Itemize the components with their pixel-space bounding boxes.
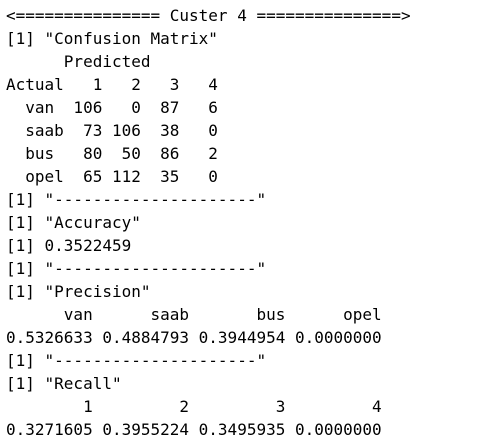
confusion-matrix-title-line: [1] "Confusion Matrix" (6, 29, 218, 48)
predicted-header-line: Predicted (6, 52, 151, 71)
accuracy-title-line: [1] "Accuracy" (6, 213, 141, 232)
matrix-row-saab: saab 73 106 38 0 (6, 121, 218, 140)
recall-values-line: 0.3271605 0.3955224 0.3495935 0.0000000 (6, 420, 382, 439)
accuracy-value-line: [1] 0.3522459 (6, 236, 132, 255)
separator-line: [1] "---------------------" (6, 190, 267, 209)
cluster-header-line: <=============== Custer 4 ==============… (6, 6, 411, 25)
precision-header-line: van saab bus opel (6, 305, 382, 324)
precision-values-line: 0.5326633 0.4884793 0.3944954 0.0000000 (6, 328, 382, 347)
recall-header-line: 1 2 3 4 (6, 397, 382, 416)
matrix-row-opel: opel 65 112 35 0 (6, 167, 218, 186)
matrix-row-bus: bus 80 50 86 2 (6, 144, 218, 163)
matrix-column-header-line: Actual 1 2 3 4 (6, 75, 218, 94)
matrix-row-van: van 106 0 87 6 (6, 98, 218, 117)
precision-title-line: [1] "Precision" (6, 282, 151, 301)
separator-line: [1] "---------------------" (6, 259, 267, 278)
recall-title-line: [1] "Recall" (6, 374, 122, 393)
separator-line: [1] "---------------------" (6, 351, 267, 370)
r-console-output: <=============== Custer 4 ==============… (6, 4, 492, 439)
